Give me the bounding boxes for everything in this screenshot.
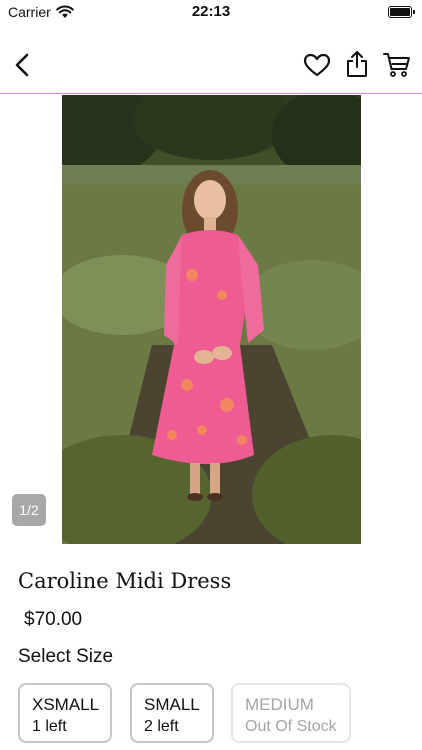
back-button[interactable] [8,50,38,80]
size-stock: Out Of Stock [245,718,337,735]
size-stock: 2 left [144,718,179,735]
nav-bar [0,40,422,94]
favorite-button[interactable] [300,50,334,80]
size-option-xsmall[interactable]: XSMALL 1 left [18,683,112,743]
chevron-left-icon [15,53,29,77]
product-photo [62,95,361,544]
battery-icon [388,6,415,18]
size-name: XSMALL [32,695,100,714]
size-option-medium: MEDIUM Out Of Stock [231,683,351,743]
product-price: $70.00 [24,609,83,630]
size-name: SMALL [144,695,200,714]
size-name: MEDIUM [245,695,314,714]
share-button[interactable] [342,48,372,80]
size-option-small[interactable]: SMALL 2 left [130,683,214,743]
clock: 22:13 [191,3,231,20]
heart-icon [303,53,331,77]
status-bar: Carrier 22:13 [0,0,422,24]
product-image[interactable] [62,95,361,544]
cart-icon [383,53,410,77]
cart-button[interactable] [381,50,413,80]
image-page-indicator: 1/2 [12,494,46,526]
size-stock: 1 left [32,718,67,735]
share-icon [347,51,367,77]
select-size-heading: Select Size [18,646,114,667]
product-title: Caroline Midi Dress [18,569,232,593]
